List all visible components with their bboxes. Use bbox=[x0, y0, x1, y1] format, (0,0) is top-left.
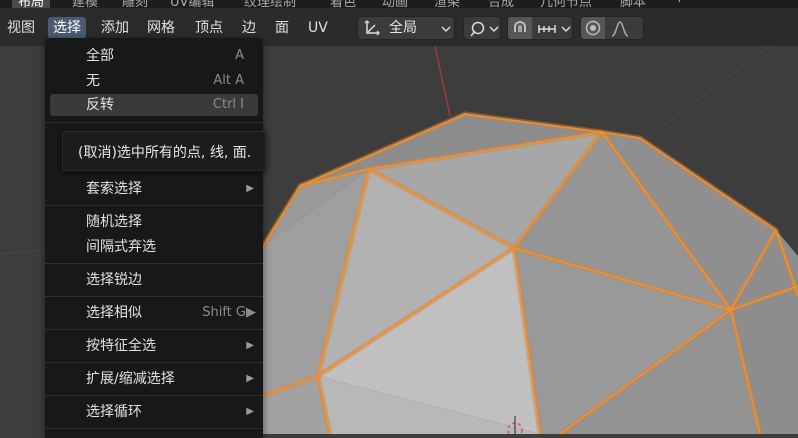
proportional-editing-toggle[interactable] bbox=[581, 17, 605, 39]
select-none-item[interactable]: 无 Alt A bbox=[50, 70, 258, 92]
falloff-curve-icon[interactable] bbox=[610, 20, 630, 38]
menu-edge[interactable]: 边 bbox=[237, 17, 261, 39]
menu-divider bbox=[45, 395, 263, 396]
orientation-label: 全局 bbox=[389, 20, 417, 36]
menu-divider bbox=[45, 122, 263, 123]
menu-divider bbox=[45, 296, 263, 297]
menu-divider bbox=[45, 205, 263, 206]
workspace-tab-shading[interactable]: 着色 bbox=[330, 0, 356, 8]
workspace-tab-animation[interactable]: 动画 bbox=[382, 0, 408, 8]
select-all-item[interactable]: 全部 A bbox=[50, 45, 258, 67]
select-lasso-item[interactable]: 套索选择 ▶ bbox=[50, 178, 258, 200]
select-similar-item[interactable]: 选择相似 Shift G▶ bbox=[50, 302, 258, 324]
workspace-tab-sculpting[interactable]: 雕刻 bbox=[122, 0, 148, 8]
snap-increment-icon[interactable] bbox=[537, 21, 557, 37]
select-random-item[interactable]: 随机选择 bbox=[50, 211, 258, 233]
menu-face[interactable]: 面 bbox=[270, 17, 294, 39]
workspace-tab-modeling[interactable]: 建模 bbox=[72, 0, 98, 8]
pivot-point-dropdown[interactable] bbox=[463, 16, 501, 40]
tooltip: (取消)选中所有的点, 线, 面. bbox=[62, 131, 266, 171]
magnet-icon bbox=[514, 21, 526, 32]
menu-divider bbox=[45, 329, 263, 330]
menu-divider bbox=[45, 362, 263, 363]
workspace-tab-rendering[interactable]: 渲染 bbox=[434, 0, 460, 8]
proportional-editing-icon bbox=[585, 20, 601, 36]
snapping-controls bbox=[507, 16, 573, 40]
snap-toggle-button[interactable] bbox=[508, 17, 532, 39]
orientation-axes-icon bbox=[364, 20, 380, 36]
workspace-tab-scripting[interactable]: 脚本 bbox=[620, 0, 646, 8]
menu-vertex[interactable]: 顶点 bbox=[190, 17, 228, 39]
workspace-tab-layout[interactable]: 布局 bbox=[12, 0, 51, 8]
select-loops-item[interactable]: 选择循环 ▶ bbox=[50, 401, 258, 423]
workspace-tab-texture-paint[interactable]: 纹理绘制 bbox=[244, 0, 296, 8]
select-sharp-edges-item[interactable]: 选择锐边 bbox=[50, 269, 258, 291]
select-all-by-trait-item[interactable]: 按特征全选 ▶ bbox=[50, 335, 258, 357]
select-more-less-item[interactable]: 扩展/缩减选择 ▶ bbox=[50, 368, 258, 390]
chevron-down-icon bbox=[441, 26, 451, 33]
menu-divider bbox=[45, 263, 263, 264]
select-invert-item[interactable]: 反转 Ctrl I bbox=[50, 94, 258, 116]
chevron-down-icon bbox=[561, 26, 571, 33]
workspace-tab-compositing[interactable]: 合成 bbox=[488, 0, 514, 8]
add-workspace-button[interactable]: + bbox=[674, 0, 685, 6]
checker-deselect-item[interactable]: 间隔式弃选 bbox=[50, 236, 258, 258]
pivot-point-icon bbox=[470, 21, 485, 37]
proportional-editing-controls bbox=[580, 16, 644, 40]
tooltip-text: (取消)选中所有的点, 线, 面. bbox=[78, 145, 252, 161]
chevron-down-icon bbox=[489, 26, 499, 33]
menu-mesh[interactable]: 网格 bbox=[142, 17, 180, 39]
workspace-tab-uv-editing[interactable]: UV编辑 bbox=[170, 0, 214, 8]
menu-add[interactable]: 添加 bbox=[96, 17, 134, 39]
menu-uv[interactable]: UV bbox=[303, 17, 333, 39]
menu-select[interactable]: 选择 bbox=[48, 17, 86, 39]
transform-orientation-dropdown[interactable]: 全局 bbox=[357, 16, 455, 40]
select-menu-dropdown: 全部 A 无 Alt A 反转 Ctrl I 套索选择 ▶ 随机选择 间隔式弃选… bbox=[45, 38, 263, 438]
workspace-tabs: 布局 建模 雕刻 UV编辑 纹理绘制 着色 动画 渲染 合成 几何节点 脚本 + bbox=[0, 0, 798, 8]
menu-view[interactable]: 视图 bbox=[2, 17, 40, 39]
workspace-tab-geometry-nodes[interactable]: 几何节点 bbox=[540, 0, 592, 8]
menu-divider bbox=[45, 428, 263, 429]
